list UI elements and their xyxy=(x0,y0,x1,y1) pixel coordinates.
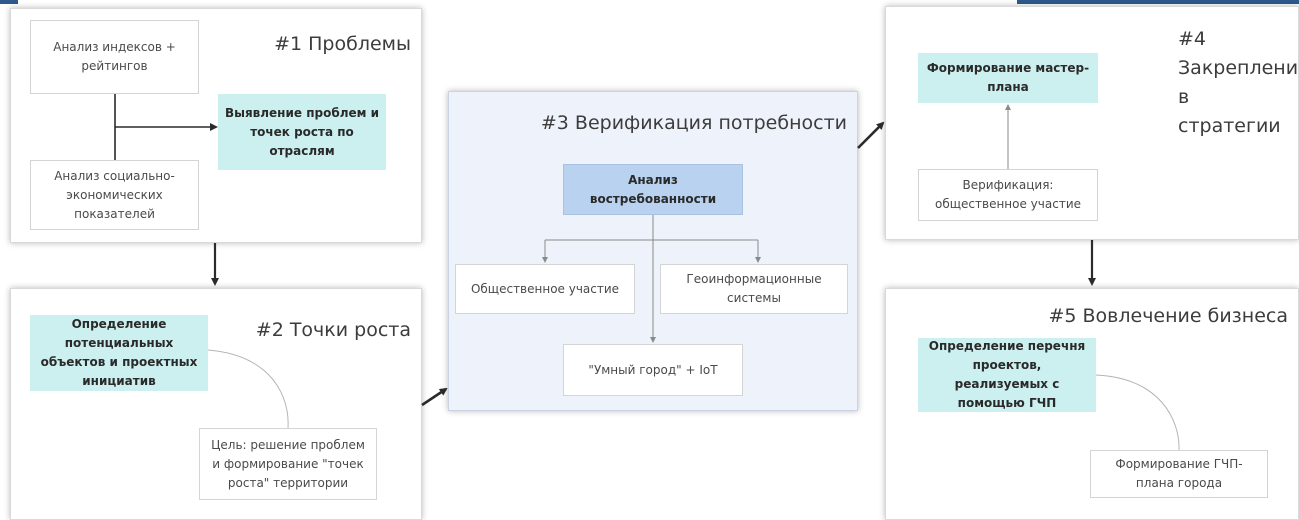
connectors xyxy=(114,94,1180,451)
connector-ppp-to-plan xyxy=(1095,374,1180,451)
arrow-panel2-to-panel3 xyxy=(421,387,448,407)
arrow-panel3-to-panel4 xyxy=(857,121,885,149)
diagram: #1 Проблемы Анализ индексов + рейтингов … xyxy=(0,0,1299,520)
connector-define-to-goal xyxy=(207,349,289,429)
